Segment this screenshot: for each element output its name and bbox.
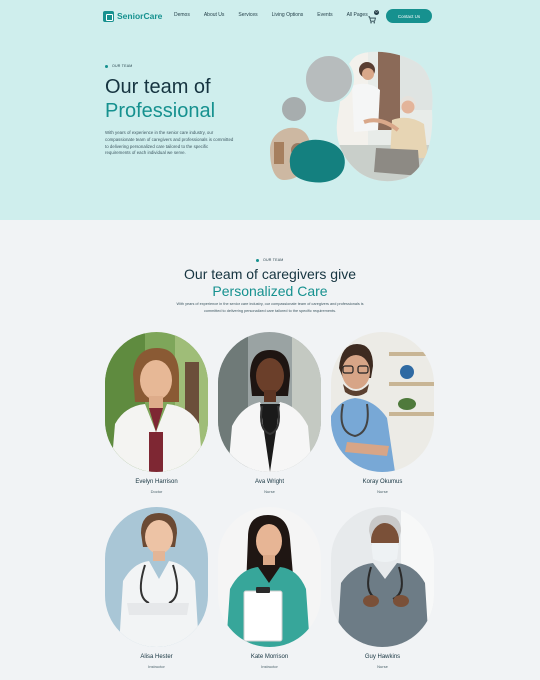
dot-icon	[256, 258, 259, 262]
team-member-name: Guy Hawkins	[364, 654, 401, 660]
nav-item-living-options[interactable]: Living Options	[272, 12, 304, 18]
team-member-photo	[218, 507, 321, 647]
cart-count-badge: 0	[374, 10, 379, 15]
site-header: SeniorCare Demos About Us Services Livin…	[0, 0, 540, 32]
hero-title-line2: Professional	[105, 100, 216, 122]
cart-button[interactable]: 0	[368, 10, 379, 24]
nav-item-all-pages[interactable]: All Pages	[347, 12, 368, 18]
team-member-name: Ava Wright	[254, 479, 285, 485]
team-member-role: Instructor	[148, 664, 165, 669]
nav-item-about-us[interactable]: About Us	[204, 12, 225, 18]
logo-icon	[103, 10, 114, 22]
team-member-role: Nurse	[264, 489, 275, 494]
team-member-photo	[331, 332, 434, 472]
hero-description: With years of experience in the senior c…	[105, 130, 234, 156]
team-member-role: Nurse	[377, 664, 388, 669]
team-member-role: Nurse	[377, 489, 388, 494]
hero-title-line1: Our team of	[105, 76, 211, 98]
logo[interactable]: SeniorCare	[103, 9, 162, 23]
nav-item-services[interactable]: Services	[238, 12, 257, 18]
cart-icon	[368, 16, 376, 24]
team-member-role: Doctor	[150, 489, 163, 494]
team-member-name: Alisa Hester	[140, 654, 173, 660]
team-title-line1: Our team of caregivers give	[184, 266, 356, 282]
hero-section: SeniorCare Demos About Us Services Livin…	[0, 0, 540, 220]
team-member-role: Instructor	[261, 664, 278, 669]
hero-collage-image	[270, 51, 433, 183]
team-member-photo	[218, 332, 321, 472]
team-member-name: Kate Morrison	[250, 654, 289, 660]
team-member-photo	[331, 507, 434, 647]
contact-us-button[interactable]: Contact Us	[386, 9, 432, 23]
team-title-line2: Personalized Care	[212, 283, 328, 299]
logo-text: SeniorCare	[117, 11, 163, 21]
team-eyebrow-label: OUR TEAM	[263, 258, 284, 262]
team-member-photo	[105, 507, 208, 647]
nav-item-events[interactable]: Events	[317, 12, 332, 18]
team-member-name: Koray Okumus	[362, 479, 403, 485]
dot-icon	[105, 64, 108, 68]
hero-eyebrow: OUR TEAM	[105, 64, 133, 68]
main-nav: Demos About Us Services Living Options E…	[174, 12, 382, 18]
team-member-photo	[105, 332, 208, 472]
team-eyebrow: OUR TEAM	[256, 258, 284, 262]
team-description: With years of experience in the senior c…	[176, 302, 364, 313]
hero-eyebrow-label: OUR TEAM	[112, 64, 133, 68]
nav-item-demos[interactable]: Demos	[174, 12, 190, 18]
team-member-name: Evelyn Harrison	[135, 479, 178, 485]
